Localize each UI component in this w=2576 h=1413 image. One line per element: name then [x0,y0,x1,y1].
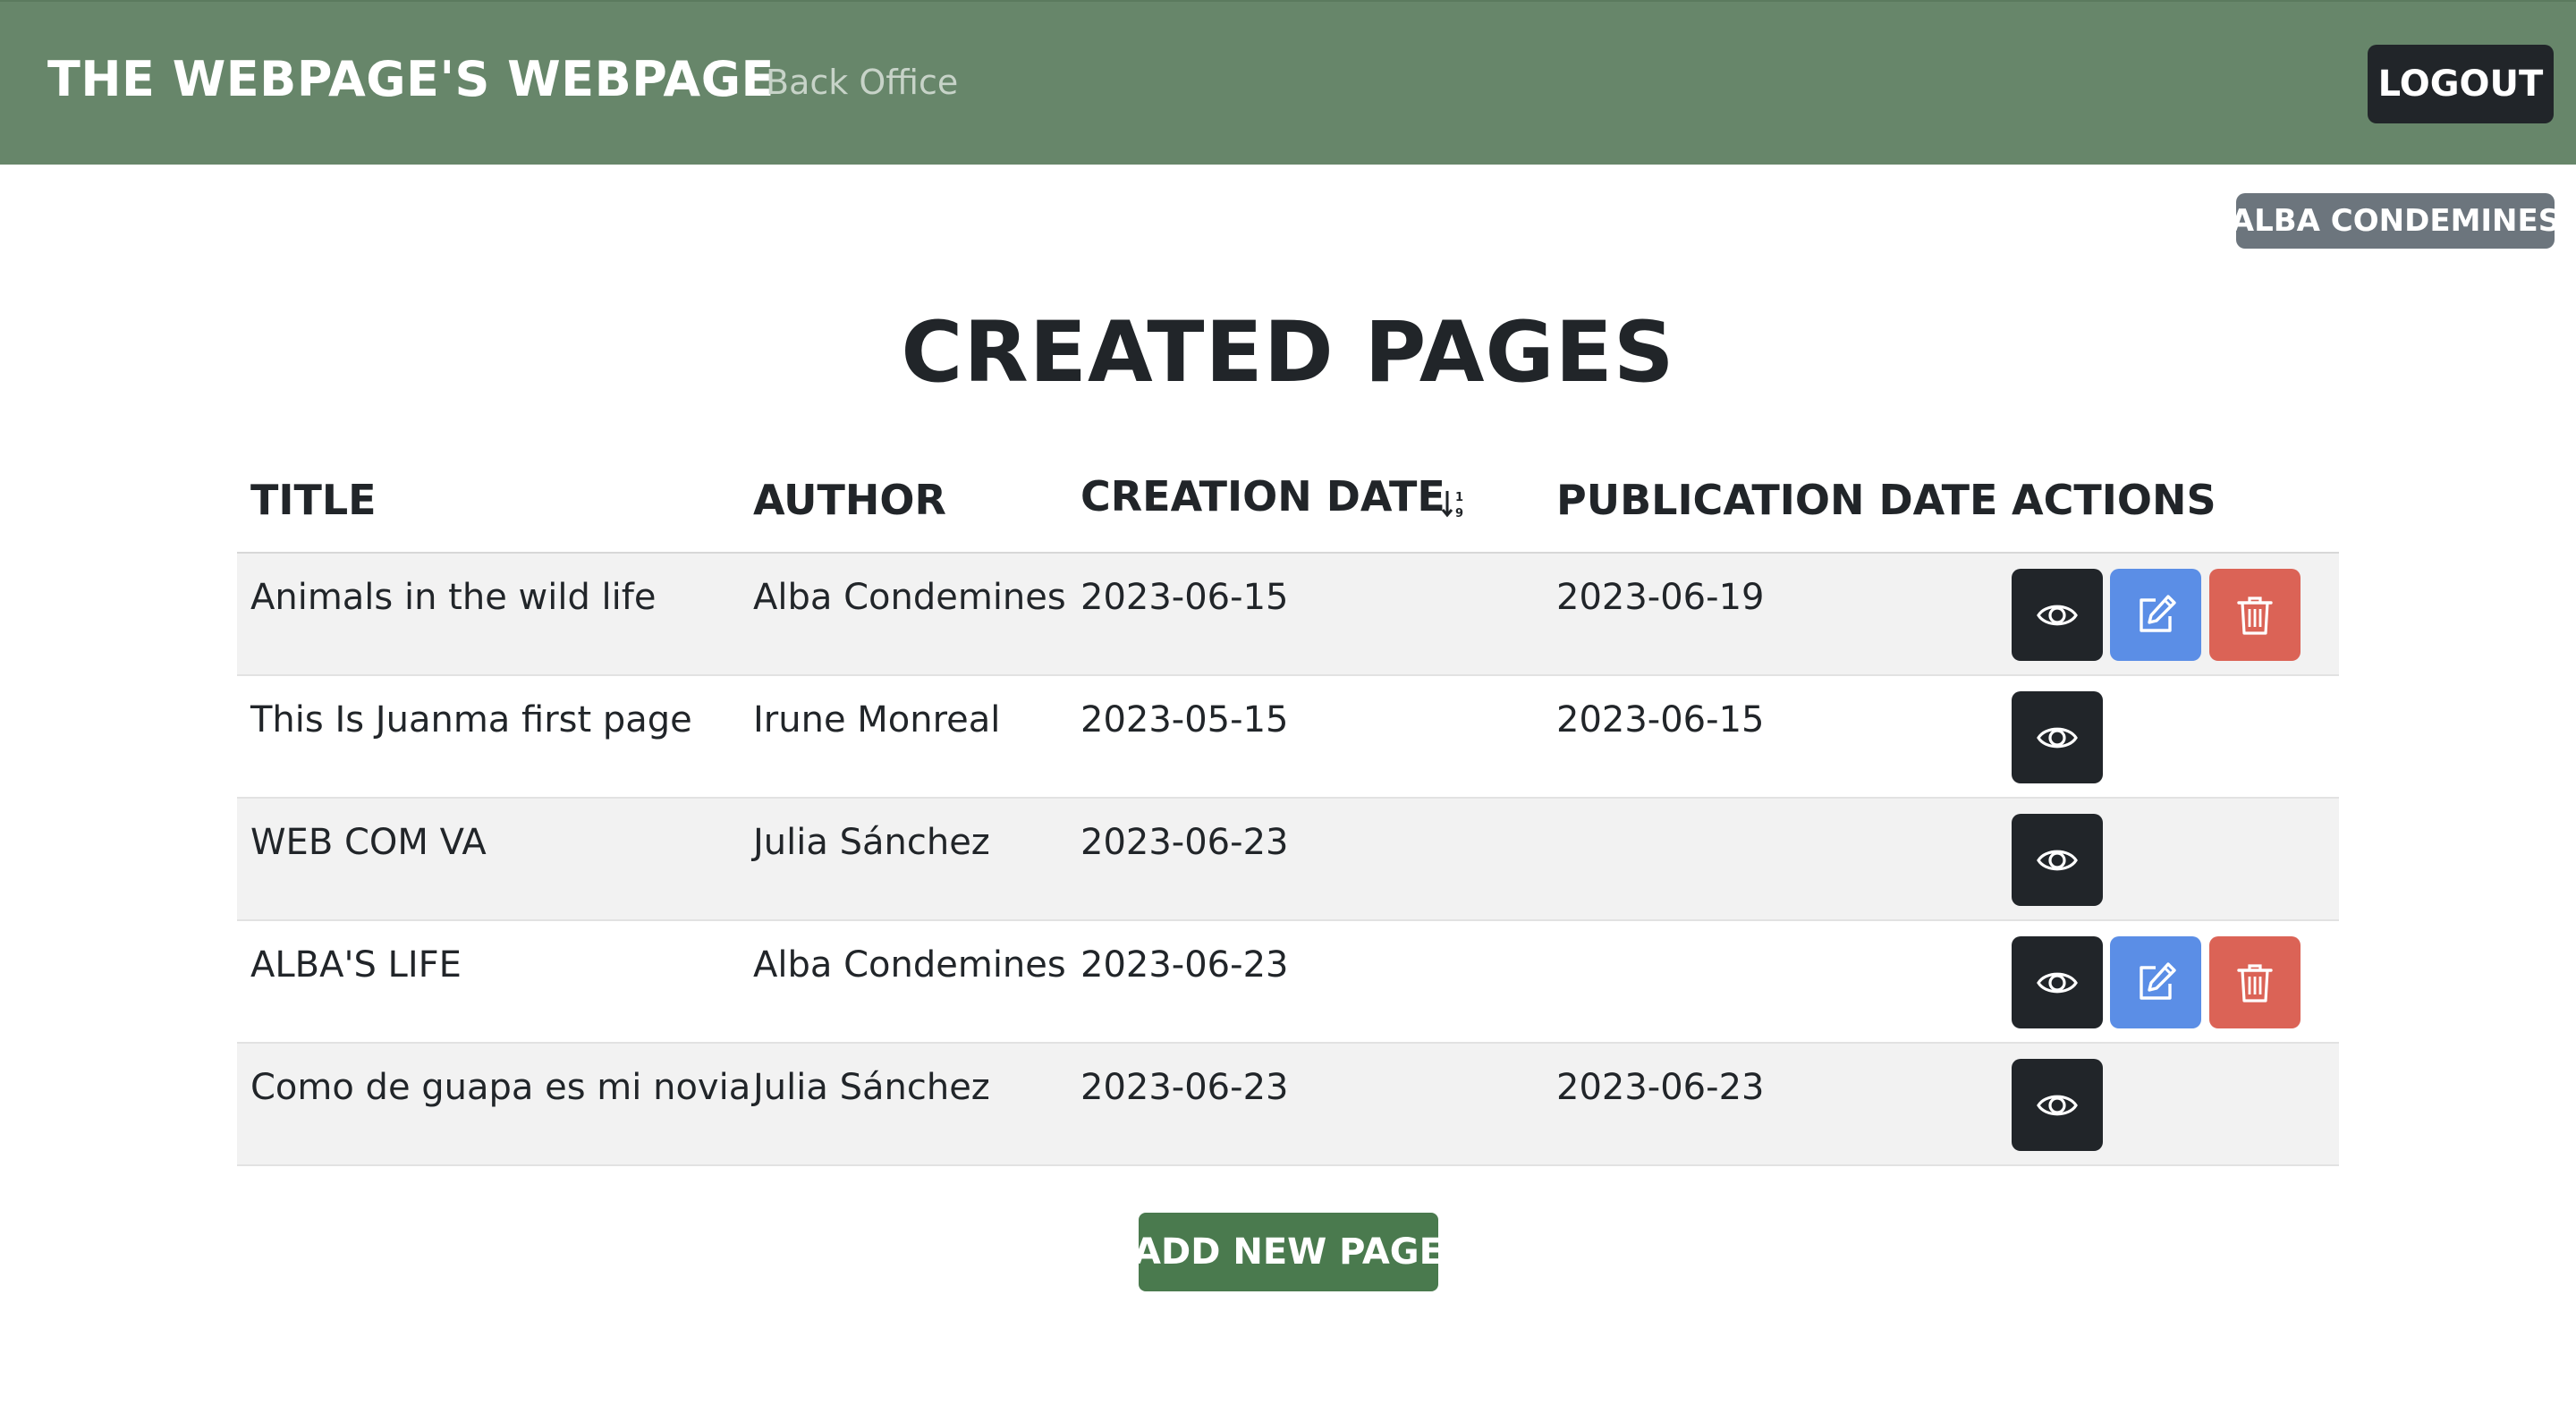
row-creation-date: 2023-06-23 [1080,1067,1289,1108]
edit-button[interactable] [2110,569,2201,661]
table-row: WEB COM VA Julia Sánchez 2023-06-23 [237,799,2339,921]
row-author: Alba Condemines [753,944,1066,986]
row-title: ALBA'S LIFE [250,944,462,986]
svg-text:1: 1 [1455,491,1463,504]
table-row: Como de guapa es mi novia Julia Sánchez … [237,1044,2339,1166]
delete-button[interactable] [2209,569,2301,661]
top-navbar: THE WEBPAGE'S WEBPAGE Back Office LOGOUT [0,0,2576,165]
column-header-publication-date: PUBLICATION DATE [1556,476,1998,524]
row-author: Alba Condemines [753,577,1066,618]
delete-button[interactable] [2209,936,2301,1028]
trash-icon [2237,963,2273,1003]
page-title: CREATED PAGES [901,304,1675,402]
row-author: Irune Monreal [753,699,1001,740]
row-title: Como de guapa es mi novia [250,1067,751,1108]
svg-text:9: 9 [1455,507,1463,520]
table-row: This Is Juanma first page Irune Monreal … [237,676,2339,799]
column-header-author: AUTHOR [753,476,946,524]
view-button[interactable] [2012,569,2103,661]
row-publication-date: 2023-06-23 [1556,1067,1765,1108]
column-header-actions: ACTIONS [2012,476,2216,524]
view-icon [2037,972,2078,993]
view-icon [2037,605,2078,625]
view-icon [2037,850,2078,870]
view-icon [2037,727,2078,748]
site-brand[interactable]: THE WEBPAGE'S WEBPAGE [47,51,775,107]
row-author: Julia Sánchez [753,822,990,863]
column-header-creation-date[interactable]: CREATION DATE [1080,472,1445,520]
row-title: WEB COM VA [250,822,487,863]
row-creation-date: 2023-06-23 [1080,944,1289,986]
table-row: Animals in the wild life Alba Condemines… [237,554,2339,676]
trash-icon [2237,596,2273,635]
row-title: This Is Juanma first page [250,699,692,740]
view-icon [2037,1095,2078,1115]
row-author: Julia Sánchez [753,1067,990,1108]
view-button[interactable] [2012,936,2103,1028]
edit-button[interactable] [2110,936,2201,1028]
row-publication-date: 2023-06-15 [1556,699,1765,740]
user-badge: ALBA CONDEMINES [2231,193,2560,249]
view-button[interactable] [2012,1059,2103,1151]
logout-button[interactable]: LOGOUT [2368,45,2554,123]
view-button[interactable] [2012,691,2103,783]
column-header-title: TITLE [250,476,377,524]
sort-ascending-icon[interactable]: 1 9 [1441,487,1471,521]
row-creation-date: 2023-06-23 [1080,822,1289,863]
row-publication-date: 2023-06-19 [1556,577,1765,618]
row-creation-date: 2023-06-15 [1080,577,1289,618]
row-creation-date: 2023-05-15 [1080,699,1289,740]
edit-icon [2140,961,2176,1000]
back-office-link[interactable]: Back Office [766,63,958,102]
row-title: Animals in the wild life [250,577,657,618]
add-new-page-button[interactable]: ADD NEW PAGE [1133,1213,1444,1291]
edit-icon [2140,594,2176,632]
table-row: ALBA'S LIFE Alba Condemines 2023-06-23 [237,921,2339,1044]
view-button[interactable] [2012,814,2103,906]
